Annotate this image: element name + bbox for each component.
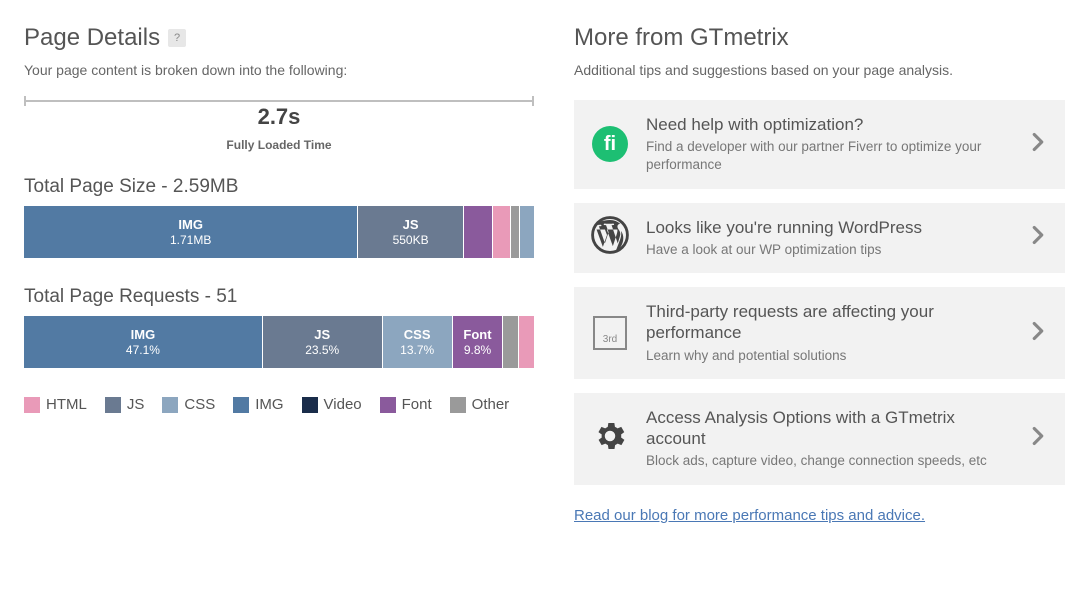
legend-label: CSS — [184, 396, 215, 413]
swatch-font — [380, 397, 396, 413]
bar-segment-css[interactable] — [520, 206, 534, 258]
bar-segment-label: IMG — [178, 217, 203, 233]
more-item-title: Looks like you're running WordPress — [646, 217, 1015, 238]
more-item-title: Third-party requests are affecting your … — [646, 301, 1015, 344]
bar-segment-font[interactable] — [464, 206, 492, 258]
page-requests-bar: IMG47.1%JS23.5%CSS13.7%Font9.8% — [24, 316, 534, 368]
bar-segment-value: 1.71MB — [170, 233, 211, 247]
bar-segment-css[interactable]: CSS13.7% — [383, 316, 452, 368]
bar-segment-label: JS — [314, 327, 330, 343]
bar-segment-value: 550KB — [393, 233, 429, 247]
swatch-js — [105, 397, 121, 413]
fiverr-icon: fi — [592, 126, 628, 162]
more-item[interactable]: Access Analysis Options with a GTmetrix … — [574, 393, 1065, 485]
page-size-bar: IMG1.71MBJS550KB — [24, 206, 534, 258]
more-from-gtmetrix-panel: More from GTmetrix Additional tips and s… — [574, 24, 1065, 525]
more-item-title: Need help with optimization? — [646, 114, 1015, 135]
legend: HTML JS CSS IMG Video Font Other — [24, 396, 534, 413]
legend-item-js: JS — [105, 396, 145, 413]
bar-segment-value: 13.7% — [400, 343, 434, 357]
bar-segment-js[interactable]: JS550KB — [358, 206, 463, 258]
more-item-body: Need help with optimization? Find a devel… — [646, 114, 1015, 175]
page-requests-title: Total Page Requests - 51 — [24, 286, 534, 308]
wordpress-icon — [591, 216, 629, 259]
chevron-right-icon — [1031, 132, 1049, 157]
bar-segment-label: IMG — [131, 327, 156, 343]
bar-segment-value: 9.8% — [464, 343, 491, 357]
more-title: More from GTmetrix — [574, 24, 789, 52]
chevron-right-icon — [1031, 321, 1049, 346]
legend-item-html: HTML — [24, 396, 87, 413]
more-item-desc: Find a developer with our partner Fiverr… — [646, 138, 1015, 174]
more-item-body: Looks like you're running WordPress Have … — [646, 217, 1015, 259]
bar-segment-other[interactable] — [503, 316, 518, 368]
bar-segment-html[interactable] — [493, 206, 511, 258]
load-time-value: 2.7s — [24, 102, 534, 130]
legend-label: Font — [402, 396, 432, 413]
page-details-panel: Page Details ? Your page content is brok… — [24, 24, 534, 525]
blog-link[interactable]: Read our blog for more performance tips … — [574, 507, 925, 524]
legend-item-font: Font — [380, 396, 432, 413]
legend-label: HTML — [46, 396, 87, 413]
bar-segment-img[interactable]: IMG1.71MB — [24, 206, 357, 258]
more-subtitle: Additional tips and suggestions based on… — [574, 62, 1065, 78]
more-item[interactable]: 3rd Third-party requests are affecting yo… — [574, 287, 1065, 379]
help-icon[interactable]: ? — [168, 29, 186, 47]
more-item-desc: Learn why and potential solutions — [646, 347, 1015, 365]
bar-segment-label: CSS — [404, 327, 431, 343]
chevron-right-icon — [1031, 426, 1049, 451]
bar-segment-html[interactable] — [519, 316, 534, 368]
bar-segment-js[interactable]: JS23.5% — [263, 316, 382, 368]
more-item-desc: Block ads, capture video, change connect… — [646, 452, 1015, 470]
load-time-ruler: 2.7s — [24, 100, 534, 130]
more-item[interactable]: fi Need help with optimization? Find a dev… — [574, 100, 1065, 189]
legend-item-video: Video — [302, 396, 362, 413]
more-item-title: Access Analysis Options with a GTmetrix … — [646, 407, 1015, 450]
third-party-icon: 3rd — [593, 316, 627, 350]
legend-label: JS — [127, 396, 145, 413]
bar-segment-value: 47.1% — [126, 343, 160, 357]
more-item-body: Third-party requests are affecting your … — [646, 301, 1015, 365]
more-item-body: Access Analysis Options with a GTmetrix … — [646, 407, 1015, 471]
bar-segment-label: JS — [403, 217, 419, 233]
page-size-title: Total Page Size - 2.59MB — [24, 176, 534, 198]
more-item-desc: Have a look at our WP optimization tips — [646, 241, 1015, 259]
more-heading: More from GTmetrix — [574, 24, 1065, 52]
page-details-heading: Page Details ? — [24, 24, 534, 52]
page-details-subtitle: Your page content is broken down into th… — [24, 62, 534, 78]
legend-label: Other — [472, 396, 510, 413]
more-item[interactable]: Looks like you're running WordPress Have … — [574, 203, 1065, 273]
chevron-right-icon — [1031, 225, 1049, 250]
ruler-line — [24, 100, 534, 102]
gear-icon — [592, 418, 628, 459]
swatch-video — [302, 397, 318, 413]
swatch-css — [162, 397, 178, 413]
bar-segment-other[interactable] — [511, 206, 519, 258]
legend-item-img: IMG — [233, 396, 283, 413]
bar-segment-img[interactable]: IMG47.1% — [24, 316, 262, 368]
bar-segment-font[interactable]: Font9.8% — [453, 316, 502, 368]
bar-segment-label: Font — [463, 327, 491, 343]
load-time-label: Fully Loaded Time — [24, 138, 534, 152]
swatch-html — [24, 397, 40, 413]
page-details-title: Page Details — [24, 24, 160, 52]
legend-label: Video — [324, 396, 362, 413]
legend-item-css: CSS — [162, 396, 215, 413]
swatch-img — [233, 397, 249, 413]
swatch-other — [450, 397, 466, 413]
legend-item-other: Other — [450, 396, 510, 413]
legend-label: IMG — [255, 396, 283, 413]
bar-segment-value: 23.5% — [305, 343, 339, 357]
